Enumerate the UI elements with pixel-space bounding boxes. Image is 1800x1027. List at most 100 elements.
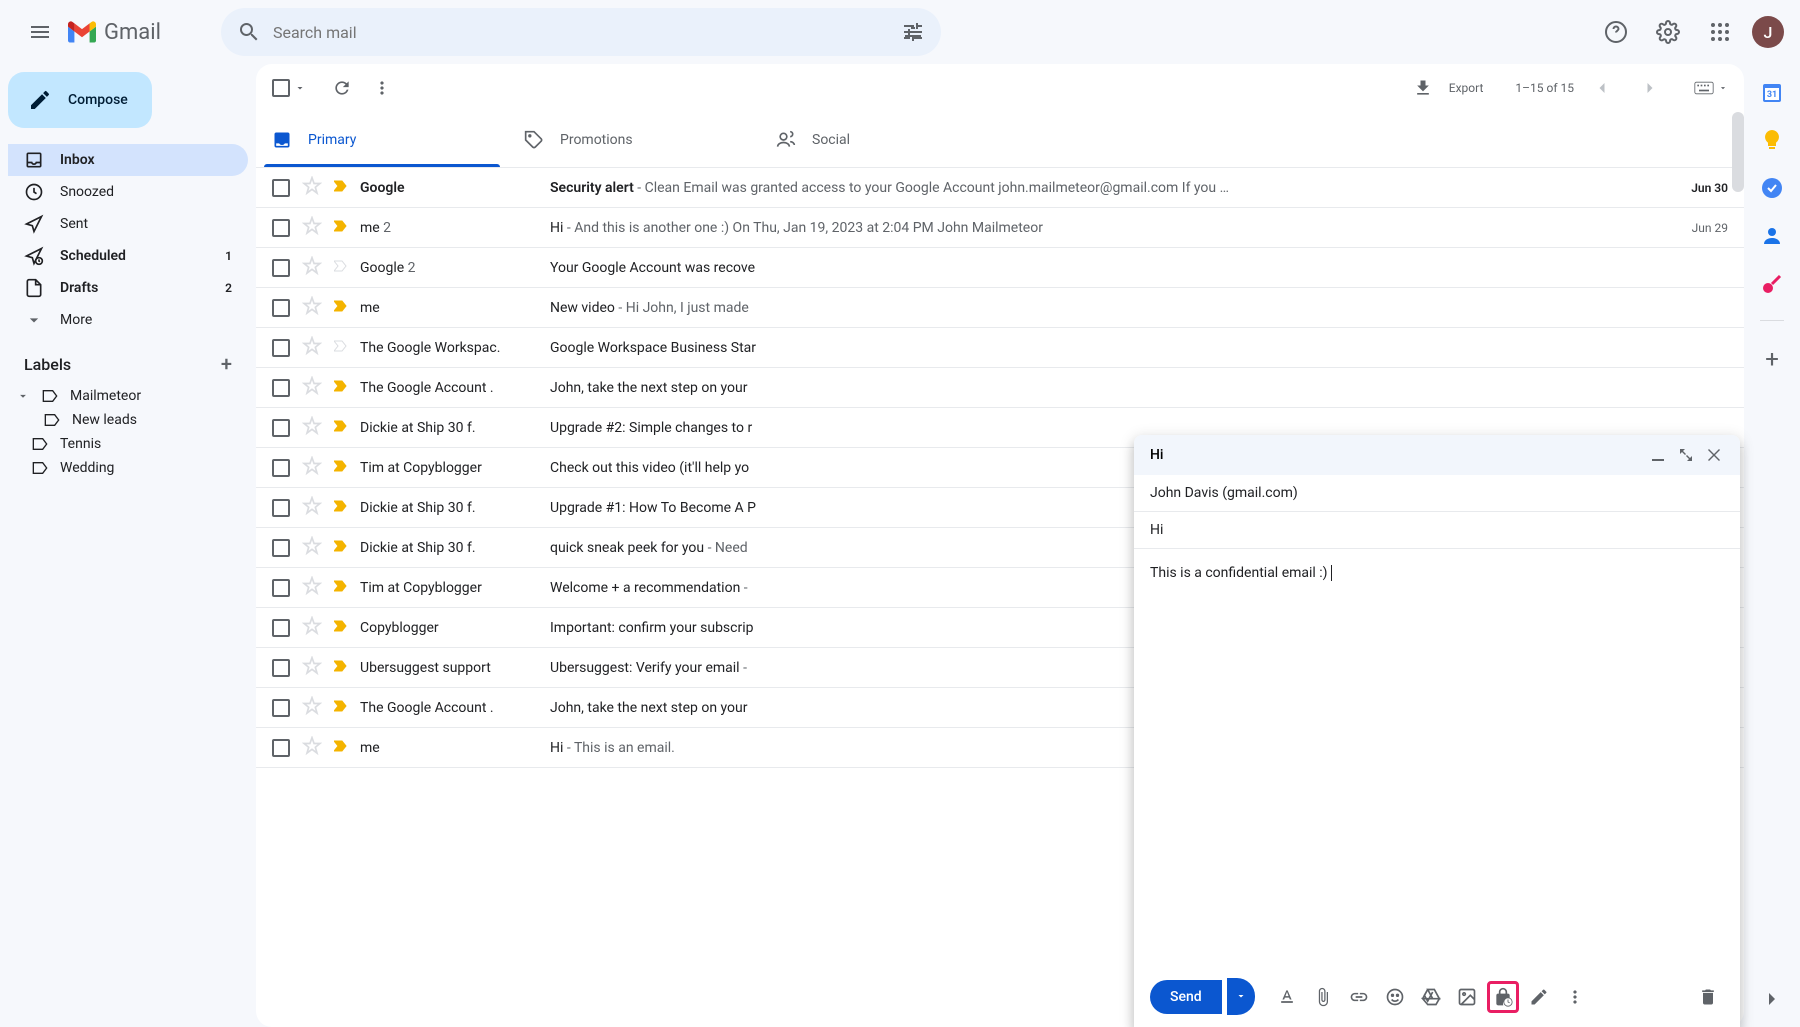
star-button[interactable] <box>302 496 322 520</box>
more-button[interactable] <box>362 68 402 108</box>
star-button[interactable] <box>302 456 322 480</box>
tab-social[interactable]: Social <box>760 112 1012 167</box>
row-checkbox[interactable] <box>272 179 290 197</box>
row-checkbox[interactable] <box>272 699 290 717</box>
sidebar-item-snoozed[interactable]: Snoozed <box>8 176 248 208</box>
keep-app[interactable] <box>1760 128 1784 152</box>
link-button[interactable] <box>1343 981 1375 1013</box>
star-button[interactable] <box>302 176 322 200</box>
refresh-button[interactable] <box>322 68 362 108</box>
input-selector[interactable] <box>1694 81 1728 95</box>
email-row[interactable]: Google 2 Your Google Account was recove <box>256 248 1744 288</box>
row-checkbox[interactable] <box>272 539 290 557</box>
calendar-app[interactable]: 31 <box>1760 80 1784 104</box>
select-all-checkbox[interactable] <box>272 79 306 97</box>
contacts-app[interactable] <box>1760 224 1784 248</box>
sidebar-item-more[interactable]: More <box>8 304 248 336</box>
tab-primary[interactable]: Primary <box>256 112 508 167</box>
apps-button[interactable] <box>1700 12 1740 52</box>
email-row[interactable]: The Google Workspac. Google Workspace Bu… <box>256 328 1744 368</box>
compose-subject-field[interactable]: Hi <box>1134 512 1740 549</box>
important-marker[interactable] <box>334 579 348 597</box>
filter-icon[interactable] <box>901 20 925 44</box>
compose-button[interactable]: Compose <box>8 72 152 128</box>
help-button[interactable] <box>1596 12 1636 52</box>
next-page-button[interactable] <box>1630 68 1670 108</box>
star-button[interactable] <box>302 536 322 560</box>
important-marker[interactable] <box>334 299 348 317</box>
star-button[interactable] <box>302 256 322 280</box>
scrollbar[interactable] <box>1732 112 1744 192</box>
important-marker[interactable] <box>334 419 348 437</box>
hide-panel-button[interactable] <box>1760 987 1784 1011</box>
menu-button[interactable] <box>16 8 64 56</box>
compose-header[interactable]: Hi <box>1134 435 1740 475</box>
important-marker[interactable] <box>334 659 348 677</box>
star-button[interactable] <box>302 736 322 760</box>
important-marker[interactable] <box>334 179 348 197</box>
formatting-button[interactable] <box>1271 981 1303 1013</box>
important-marker[interactable] <box>334 459 348 477</box>
important-marker[interactable] <box>334 219 348 237</box>
row-checkbox[interactable] <box>272 299 290 317</box>
tasks-app[interactable] <box>1760 176 1784 200</box>
discard-button[interactable] <box>1692 981 1724 1013</box>
star-button[interactable] <box>302 216 322 240</box>
compose-to-field[interactable]: John Davis (gmail.com) <box>1134 475 1740 512</box>
email-row[interactable]: me New video - Hi John, I just made <box>256 288 1744 328</box>
email-row[interactable]: me 2 Hi - And this is another one :) On … <box>256 208 1744 248</box>
important-marker[interactable] <box>334 499 348 517</box>
important-marker[interactable] <box>334 699 348 717</box>
image-button[interactable] <box>1451 981 1483 1013</box>
send-options-button[interactable] <box>1227 978 1255 1015</box>
important-marker[interactable] <box>334 339 348 357</box>
emoji-button[interactable] <box>1379 981 1411 1013</box>
sidebar-item-scheduled[interactable]: Scheduled 1 <box>8 240 248 272</box>
email-row[interactable]: The Google Account . John, take the next… <box>256 368 1744 408</box>
search-bar[interactable] <box>221 8 941 56</box>
add-app-button[interactable]: + <box>1760 345 1784 369</box>
export-label[interactable]: Export <box>1449 81 1484 95</box>
logo-area[interactable]: Gmail <box>68 20 161 45</box>
meteor-app[interactable] <box>1760 272 1784 296</box>
signature-button[interactable] <box>1523 981 1555 1013</box>
email-row[interactable]: Google Security alert - Clean Email was … <box>256 168 1744 208</box>
settings-button[interactable] <box>1648 12 1688 52</box>
row-checkbox[interactable] <box>272 579 290 597</box>
label-new-leads[interactable]: New leads <box>8 408 248 432</box>
minimize-button[interactable] <box>1648 445 1668 465</box>
row-checkbox[interactable] <box>272 499 290 517</box>
row-checkbox[interactable] <box>272 459 290 477</box>
star-button[interactable] <box>302 376 322 400</box>
add-label-button[interactable]: + <box>221 352 232 376</box>
star-button[interactable] <box>302 616 322 640</box>
sidebar-item-drafts[interactable]: Drafts 2 <box>8 272 248 304</box>
fullscreen-button[interactable] <box>1676 445 1696 465</box>
important-marker[interactable] <box>334 739 348 757</box>
compose-body[interactable]: This is a confidential email :) <box>1134 549 1740 966</box>
star-button[interactable] <box>302 296 322 320</box>
close-button[interactable] <box>1704 445 1724 465</box>
drive-button[interactable] <box>1415 981 1447 1013</box>
label-mailmeteor[interactable]: Mailmeteor <box>8 384 248 408</box>
row-checkbox[interactable] <box>272 659 290 677</box>
avatar[interactable]: J <box>1752 16 1784 48</box>
important-marker[interactable] <box>334 259 348 277</box>
row-checkbox[interactable] <box>272 739 290 757</box>
row-checkbox[interactable] <box>272 379 290 397</box>
label-wedding[interactable]: Wedding <box>8 456 248 480</box>
important-marker[interactable] <box>334 379 348 397</box>
row-checkbox[interactable] <box>272 259 290 277</box>
download-icon[interactable] <box>1413 78 1433 98</box>
prev-page-button[interactable] <box>1582 68 1622 108</box>
confidential-button[interactable] <box>1487 981 1519 1013</box>
tab-promotions[interactable]: Promotions <box>508 112 760 167</box>
row-checkbox[interactable] <box>272 619 290 637</box>
star-button[interactable] <box>302 336 322 360</box>
sidebar-item-sent[interactable]: Sent <box>8 208 248 240</box>
send-button[interactable]: Send <box>1150 980 1222 1014</box>
search-input[interactable] <box>273 23 901 42</box>
row-checkbox[interactable] <box>272 339 290 357</box>
row-checkbox[interactable] <box>272 219 290 237</box>
label-tennis[interactable]: Tennis <box>8 432 248 456</box>
